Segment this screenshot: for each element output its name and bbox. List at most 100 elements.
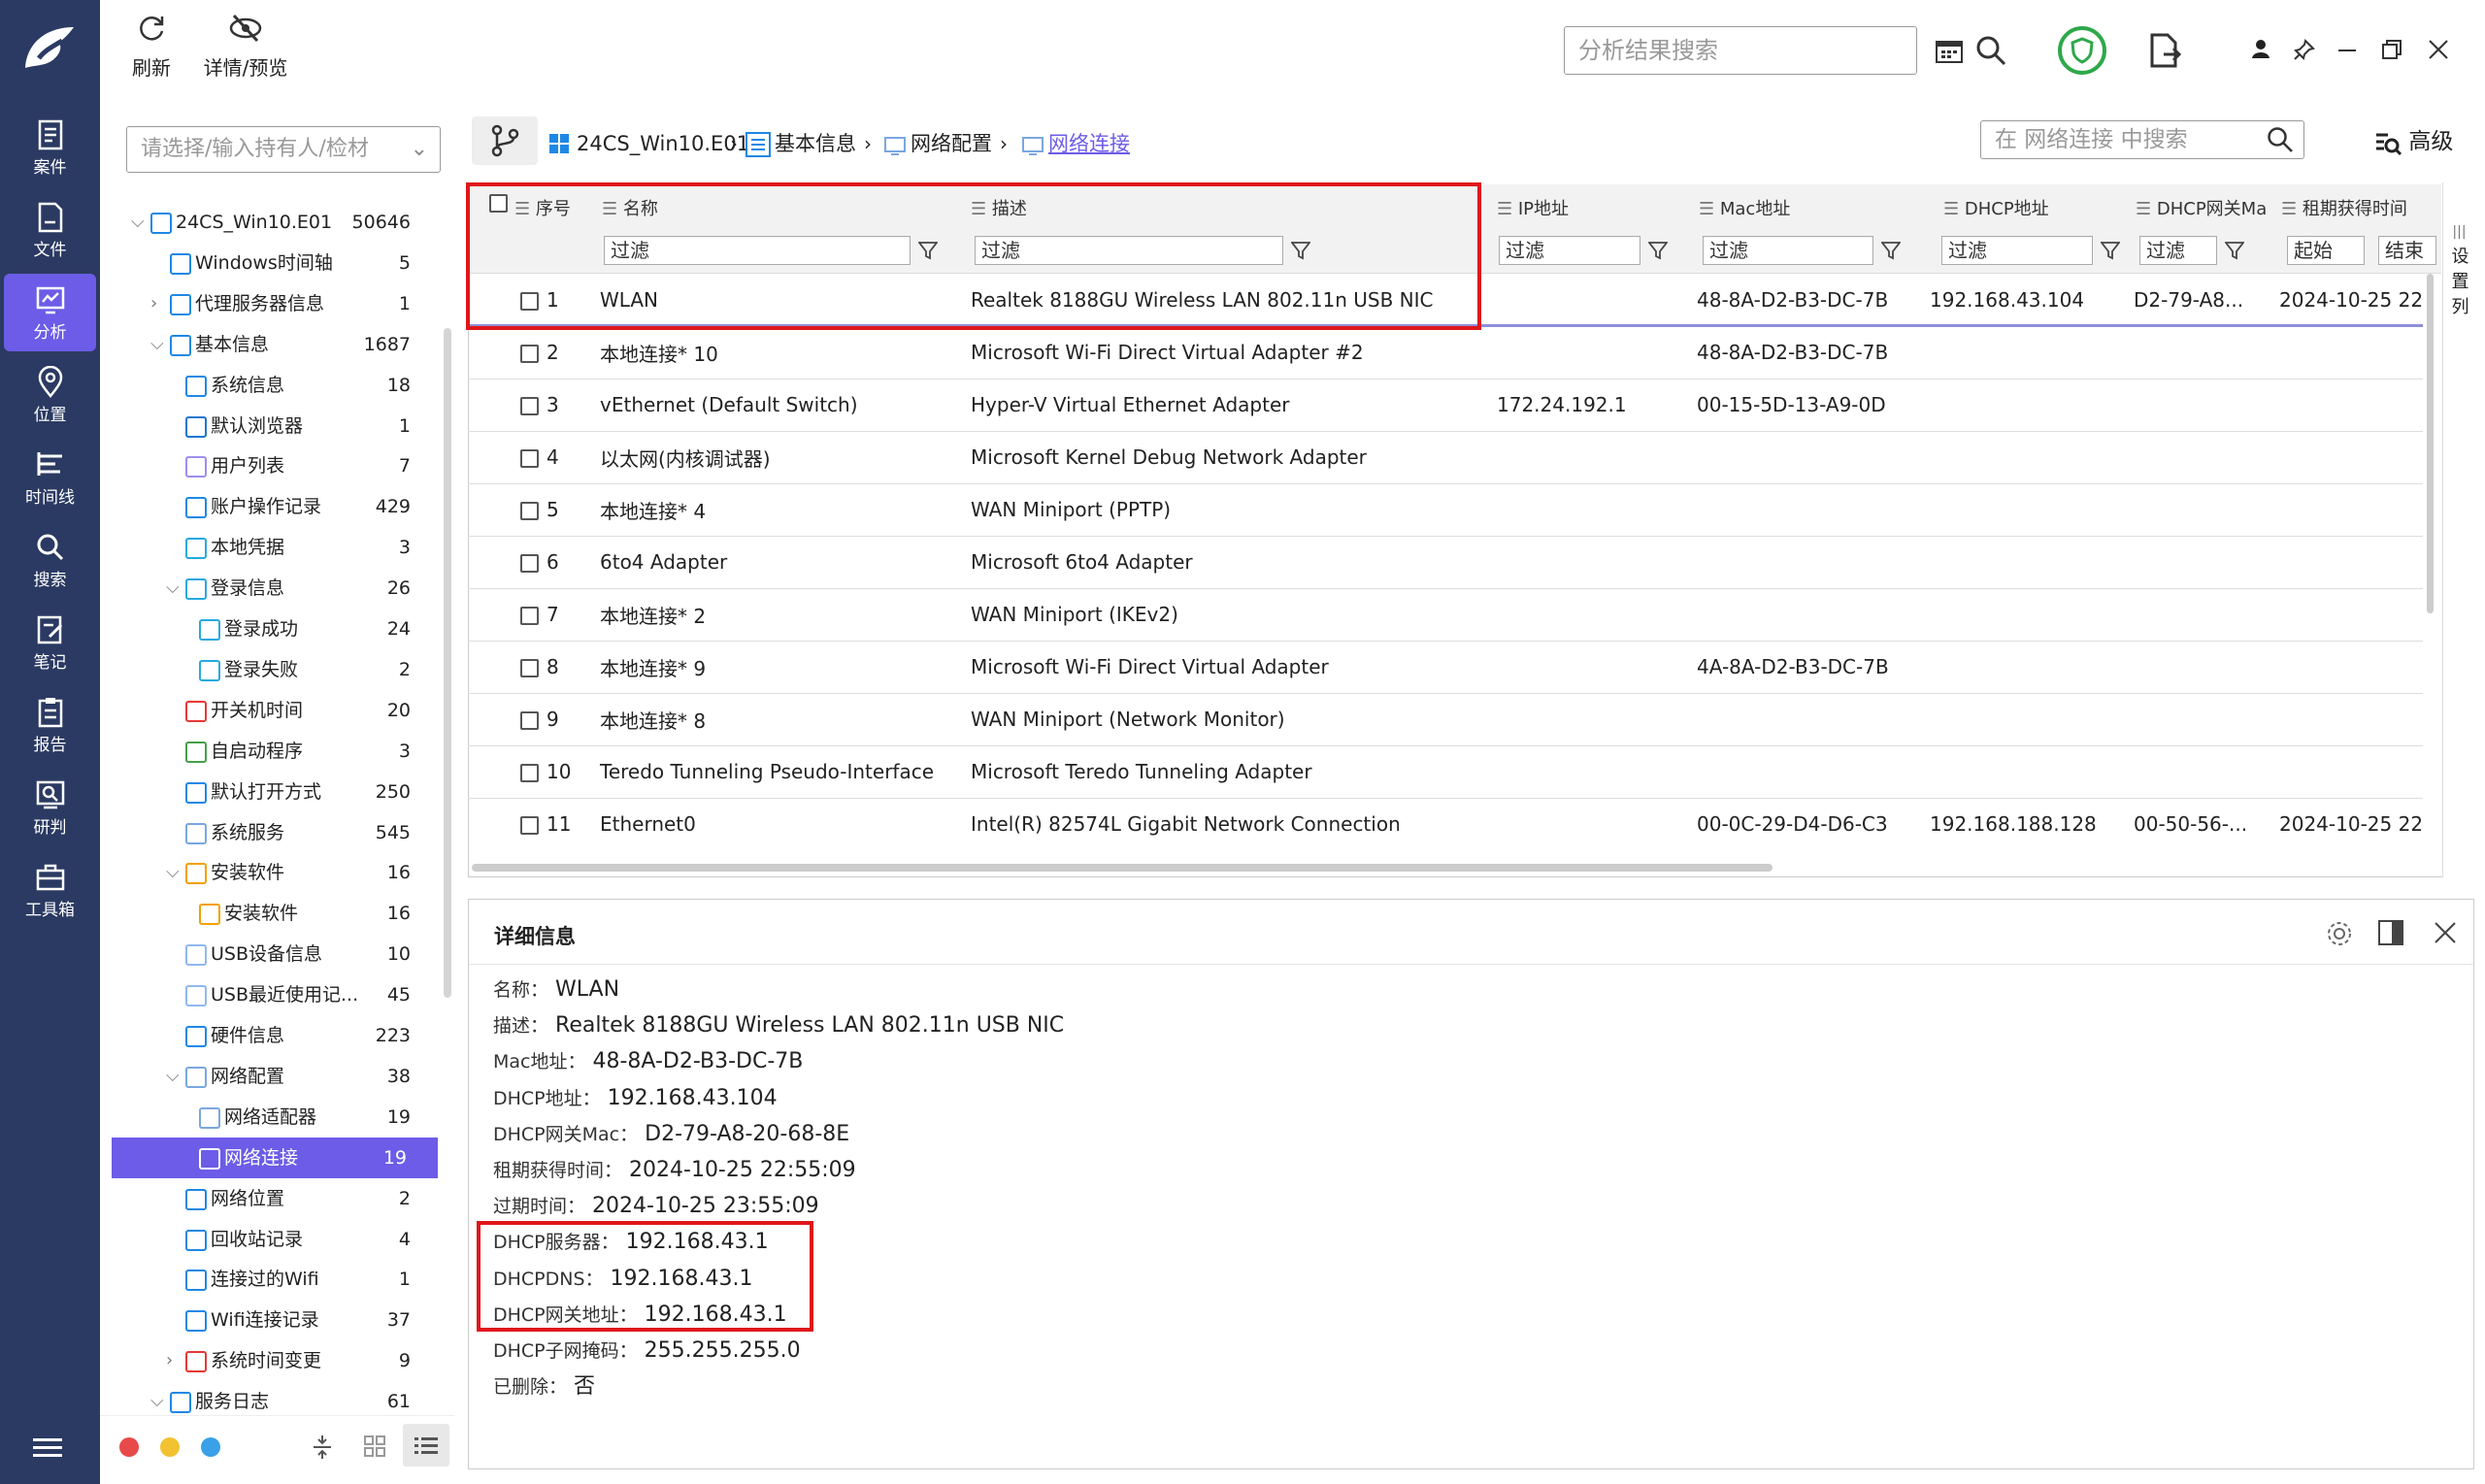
chevron-right-icon[interactable]: › <box>150 283 157 324</box>
nav-item-3[interactable]: 位置 <box>4 356 96 434</box>
table-vertical-scrollbar[interactable] <box>2427 274 2434 613</box>
refresh-button[interactable]: 刷新 <box>127 12 176 81</box>
table-row[interactable]: 4 以太网(内核调试器) Microsoft Kernel Debug Networ… <box>468 431 2423 484</box>
row-checkbox[interactable] <box>520 816 539 835</box>
restore-icon[interactable] <box>2381 39 2402 60</box>
column-header[interactable]: ☰ Mac地址 <box>1699 190 1790 229</box>
column-header[interactable]: ☰ DHCP地址 <box>1943 190 2049 229</box>
split-panel-icon[interactable] <box>2377 919 2404 946</box>
nav-item-9[interactable]: 工具箱 <box>4 851 96 929</box>
chevron-right-icon[interactable]: › <box>166 1340 173 1381</box>
filter-icon[interactable] <box>1881 241 1901 260</box>
holder-select[interactable]: 请选择/输入持有人/检材 ⌄ <box>126 126 441 173</box>
collapse-icon[interactable] <box>312 1434 333 1461</box>
filter-icon[interactable] <box>2101 241 2120 260</box>
close-icon[interactable] <box>2428 39 2449 60</box>
table-row[interactable]: 5 本地连接* 4 WAN Miniport (PPTP) <box>468 483 2423 537</box>
tree-item[interactable]: 安装软件 16 <box>112 893 442 934</box>
menu-icon[interactable] <box>33 1436 62 1460</box>
shield-icon[interactable] <box>2057 25 2107 76</box>
settings-column-button[interactable]: ||| 设置列 <box>2442 182 2475 877</box>
row-checkbox[interactable] <box>520 711 539 730</box>
column-header[interactable]: ☰ 租期获得时间 <box>2281 190 2407 229</box>
filter-icon[interactable] <box>1648 241 1668 260</box>
table-row[interactable]: 7 本地连接* 2 WAN Miniport (IKEv2) <box>468 588 2423 642</box>
chevron-down-icon[interactable]: ⌵ <box>166 1056 180 1097</box>
nav-item-7[interactable]: 报告 <box>4 686 96 764</box>
export-icon[interactable] <box>2148 33 2181 68</box>
tree-item[interactable]: 自启动程序 3 <box>112 731 442 772</box>
nav-item-0[interactable]: 案件 <box>4 109 96 186</box>
close-detail-icon[interactable] <box>2434 921 2457 944</box>
minimize-icon[interactable] <box>2336 39 2358 60</box>
tree-item[interactable]: ⌵ 登录信息 26 <box>112 568 442 609</box>
tree-item[interactable]: 连接过的Wifi 1 <box>112 1259 442 1300</box>
nav-item-1[interactable]: 文件 <box>4 191 96 269</box>
table-horizontal-scrollbar[interactable] <box>472 864 1773 872</box>
chevron-down-icon[interactable]: ⌵ <box>150 324 164 365</box>
tree-item[interactable]: › 系统时间变更 9 <box>112 1340 442 1381</box>
tree-item[interactable]: 回收站记录 4 <box>112 1219 442 1260</box>
breadcrumb-item-network-config[interactable]: 网络配置 <box>911 126 992 161</box>
column-header[interactable]: ☰ IP地址 <box>1497 190 1569 229</box>
tree-item[interactable]: ⌵ 安装软件 16 <box>112 852 442 893</box>
row-checkbox[interactable] <box>520 659 539 677</box>
row-checkbox[interactable] <box>520 607 539 625</box>
row-checkbox[interactable] <box>520 345 539 363</box>
search-icon[interactable] <box>1975 35 2006 66</box>
tree-item[interactable]: ⌵ 网络配置 38 <box>112 1056 442 1097</box>
column-filter-input[interactable]: 过滤 <box>2139 236 2217 265</box>
table-row[interactable]: 6 6to4 Adapter Microsoft 6to4 Adapter <box>468 536 2423 589</box>
tree-item[interactable]: USB最近使用记... 45 <box>112 974 442 1015</box>
tree-item[interactable]: 开关机时间 20 <box>112 690 442 731</box>
table-search-input[interactable]: 在 网络连接 中搜索 <box>1980 120 2304 159</box>
row-checkbox[interactable] <box>520 764 539 782</box>
chevron-down-icon[interactable]: ⌵ <box>131 202 145 243</box>
tree-scrollbar[interactable] <box>444 328 451 998</box>
tree-item[interactable]: 登录成功 24 <box>112 609 442 649</box>
nav-item-4[interactable]: 时间线 <box>4 439 96 516</box>
tree-item[interactable]: 账户操作记录 429 <box>112 486 442 527</box>
tree-item[interactable]: 登录失败 2 <box>112 649 442 690</box>
row-checkbox[interactable] <box>520 502 539 520</box>
tree-item[interactable]: 本地凭据 3 <box>112 527 442 568</box>
nav-item-2[interactable]: 分析 <box>4 274 96 351</box>
table-row[interactable]: 2 本地连接* 10 Microsoft Wi-Fi Direct Virtual … <box>468 326 2423 379</box>
list-view-icon[interactable] <box>403 1424 449 1467</box>
grid-view-icon[interactable] <box>364 1435 385 1457</box>
pin-icon[interactable] <box>2294 39 2315 60</box>
tree-item[interactable]: › 代理服务器信息 1 <box>112 283 442 324</box>
tree-item[interactable]: 系统信息 18 <box>112 365 442 406</box>
table-row[interactable]: 11 Ethernet0 Intel(R) 82574L Gigabit Netwo… <box>468 798 2423 850</box>
column-header[interactable]: ☰ DHCP网关Ma <box>2136 190 2267 229</box>
chevron-down-icon[interactable]: ⌵ <box>166 568 180 609</box>
tree-item[interactable]: 默认打开方式 250 <box>112 772 442 812</box>
filter-icon[interactable] <box>2225 241 2244 260</box>
nav-item-8[interactable]: 研判 <box>4 769 96 846</box>
user-icon[interactable] <box>2251 39 2270 60</box>
row-checkbox[interactable] <box>520 397 539 415</box>
nav-item-5[interactable]: 搜索 <box>4 521 96 599</box>
tree-item[interactable]: USB设备信息 10 <box>112 934 442 974</box>
tree-item[interactable]: 硬件信息 223 <box>112 1015 442 1056</box>
column-filter-input[interactable]: 过滤 <box>1703 236 1873 265</box>
breadcrumb-item-evidence[interactable]: 24CS_Win10.E01 <box>577 126 749 161</box>
advanced-search-button[interactable]: 高级 <box>2374 124 2453 159</box>
gear-icon[interactable] <box>2325 919 2354 948</box>
nav-item-6[interactable]: 笔记 <box>4 604 96 681</box>
table-row[interactable]: 9 本地连接* 8 WAN Miniport (Network Monitor) <box>468 693 2423 746</box>
column-filter-input[interactable]: 过滤 <box>1499 236 1640 265</box>
calendar-icon[interactable] <box>1935 37 1964 64</box>
chevron-down-icon[interactable]: ⌵ <box>166 852 180 893</box>
row-checkbox[interactable] <box>520 554 539 573</box>
table-row[interactable]: 10 Teredo Tunneling Pseudo-Interface Micro… <box>468 745 2423 799</box>
tree-item[interactable]: 默认浏览器 1 <box>112 406 442 446</box>
blue-dot-icon[interactable] <box>201 1437 220 1457</box>
red-dot-icon[interactable] <box>119 1437 139 1457</box>
tree-item[interactable]: Wifi连接记录 37 <box>112 1300 442 1340</box>
tree-item[interactable]: 用户列表 7 <box>112 445 442 486</box>
tree-item[interactable]: 网络连接 19 <box>112 1137 438 1178</box>
branch-button[interactable] <box>472 116 538 165</box>
table-row[interactable]: 3 vEthernet (Default Switch) Hyper-V Virtu… <box>468 379 2423 432</box>
row-checkbox[interactable] <box>520 449 539 468</box>
